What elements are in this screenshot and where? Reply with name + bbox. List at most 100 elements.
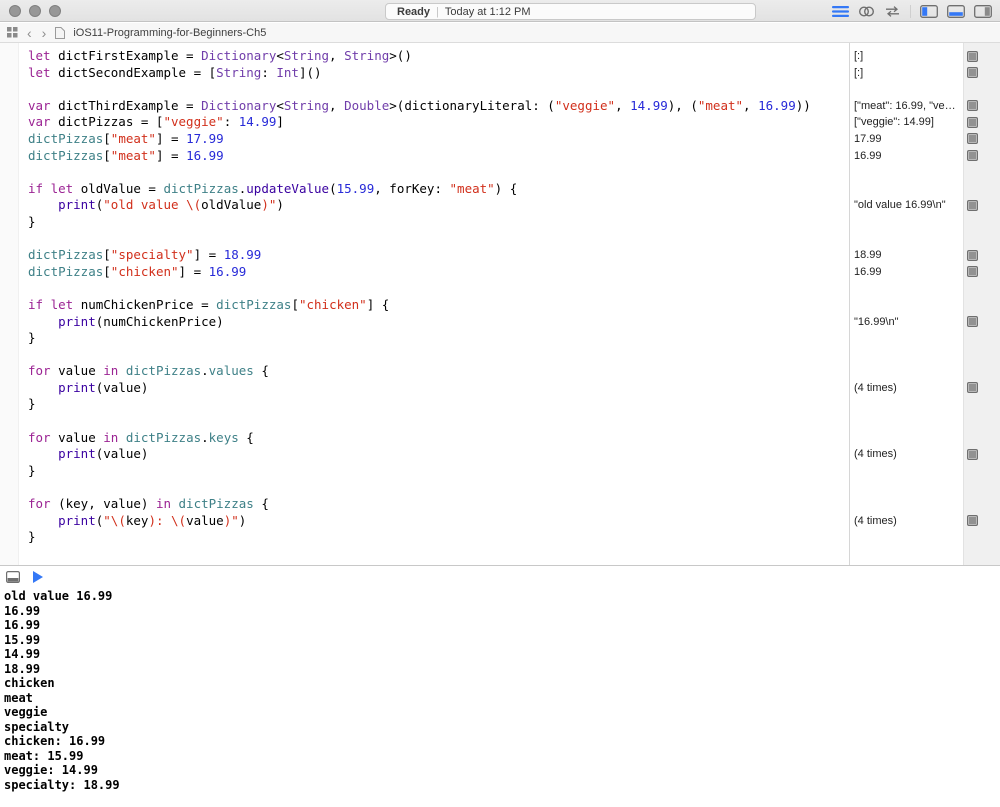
code-line[interactable]	[28, 413, 849, 430]
code-token: if	[28, 181, 43, 196]
code-token: "\(	[103, 513, 126, 528]
console-toggle-button[interactable]	[6, 571, 20, 583]
code-token: print	[58, 197, 96, 212]
code-token: [	[103, 264, 111, 279]
code-line[interactable]	[28, 81, 849, 98]
related-items-button[interactable]	[7, 27, 18, 38]
code-line[interactable]	[28, 347, 849, 364]
code-line[interactable]: if let numChickenPrice = dictPizzas["chi…	[28, 297, 849, 314]
show-result-button[interactable]	[967, 133, 978, 144]
code-token: :	[261, 65, 276, 80]
code-line[interactable]	[28, 164, 849, 181]
code-line[interactable]: }	[28, 463, 849, 480]
show-result-button[interactable]	[967, 51, 978, 62]
code-line[interactable]: }	[28, 214, 849, 231]
result-row: ["meat": 16.99, "ve…	[850, 98, 1000, 115]
code-token	[28, 314, 58, 329]
code-line[interactable]: dictPizzas["specialty"] = 18.99	[28, 247, 849, 264]
code-line[interactable]: let dictFirstExample = Dictionary<String…	[28, 48, 849, 65]
code-line[interactable]: print(value)	[28, 446, 849, 463]
console-line: veggie	[4, 705, 1000, 720]
jump-bar-file-title[interactable]: iOS11-Programming-for-Beginners-Ch5	[73, 27, 266, 39]
code-token: dictPizzas	[28, 247, 103, 262]
code-line[interactable]: for value in dictPizzas.keys {	[28, 430, 849, 447]
code-token: <	[276, 48, 284, 63]
show-result-button[interactable]	[967, 200, 978, 211]
code-token: String	[344, 48, 389, 63]
code-token: (	[329, 181, 337, 196]
code-token: if	[28, 297, 43, 312]
code-line[interactable]: print("\(key): \(value)")	[28, 513, 849, 530]
code-token: dictPizzas	[28, 148, 103, 163]
code-line[interactable]: dictPizzas["chicken"] = 16.99	[28, 264, 849, 281]
console-line: meat	[4, 691, 1000, 706]
minimize-window-button[interactable]	[29, 5, 41, 17]
pane-bottom-icon	[947, 5, 965, 18]
result-row: 18.99	[850, 247, 1000, 264]
code-token: ] =	[194, 247, 224, 262]
result-row	[850, 164, 1000, 181]
code-line[interactable]: var dictThirdExample = Dictionary<String…	[28, 98, 849, 115]
code-line[interactable]: }	[28, 529, 849, 546]
show-result-button[interactable]	[967, 100, 978, 111]
close-window-button[interactable]	[9, 5, 21, 17]
code-token: Double	[344, 98, 389, 113]
show-result-button[interactable]	[967, 515, 978, 526]
show-result-button[interactable]	[967, 449, 978, 460]
code-token: updateValue	[246, 181, 329, 196]
code-token: ] =	[156, 131, 186, 146]
version-editor-button[interactable]	[884, 5, 901, 18]
show-result-button[interactable]	[967, 150, 978, 161]
code-line[interactable]	[28, 479, 849, 496]
assistant-editor-button[interactable]	[858, 5, 875, 18]
result-row	[850, 396, 1000, 413]
code-token: ] =	[156, 148, 186, 163]
show-result-button[interactable]	[967, 67, 978, 78]
debug-area-toggle-button[interactable]	[947, 5, 965, 18]
code-token: dictPizzas	[179, 496, 254, 511]
code-token	[43, 297, 51, 312]
code-line[interactable]: print(value)	[28, 380, 849, 397]
code-line[interactable]: dictPizzas["meat"] = 16.99	[28, 148, 849, 165]
code-line[interactable]: }	[28, 330, 849, 347]
code-line[interactable]	[28, 231, 849, 248]
toolbar-buttons	[832, 4, 992, 19]
code-editor[interactable]: let dictFirstExample = Dictionary<String…	[0, 48, 849, 546]
code-line[interactable]: print("old value \(oldValue)")	[28, 197, 849, 214]
code-line[interactable]	[28, 280, 849, 297]
standard-editor-button[interactable]	[832, 5, 849, 18]
code-token: }	[28, 463, 36, 478]
code-line[interactable]: }	[28, 396, 849, 413]
back-button[interactable]: ‹	[26, 26, 33, 40]
code-token: .	[201, 430, 209, 445]
code-token: String	[284, 98, 329, 113]
console-line: 14.99	[4, 647, 1000, 662]
show-result-button[interactable]	[967, 117, 978, 128]
console-line: veggie: 14.99	[4, 763, 1000, 778]
code-line[interactable]: print(numChickenPrice)	[28, 314, 849, 331]
code-token: dictThirdExample =	[51, 98, 202, 113]
code-token: 14.99	[630, 98, 668, 113]
inspectors-toggle-button[interactable]	[974, 5, 992, 18]
show-result-button[interactable]	[967, 382, 978, 393]
show-result-button[interactable]	[967, 316, 978, 327]
show-result-button[interactable]	[967, 266, 978, 277]
result-row	[850, 214, 1000, 231]
code-token: 17.99	[186, 131, 224, 146]
console-line: specialty	[4, 720, 1000, 735]
code-line[interactable]: if let oldValue = dictPizzas.updateValue…	[28, 181, 849, 198]
run-playground-button[interactable]	[33, 571, 43, 583]
code-line[interactable]: dictPizzas["meat"] = 17.99	[28, 131, 849, 148]
code-token: let	[51, 297, 74, 312]
code-token: "meat"	[111, 131, 156, 146]
console-line: specialty: 18.99	[4, 778, 1000, 793]
show-result-button[interactable]	[967, 250, 978, 261]
result-value: ["veggie": 14.99]	[854, 114, 934, 131]
code-line[interactable]: let dictSecondExample = [String: Int]()	[28, 65, 849, 82]
zoom-window-button[interactable]	[49, 5, 61, 17]
code-line[interactable]: var dictPizzas = ["veggie": 14.99]	[28, 114, 849, 131]
forward-button[interactable]: ›	[41, 26, 48, 40]
code-line[interactable]: for value in dictPizzas.values {	[28, 363, 849, 380]
navigator-toggle-button[interactable]	[920, 5, 938, 18]
code-line[interactable]: for (key, value) in dictPizzas {	[28, 496, 849, 513]
